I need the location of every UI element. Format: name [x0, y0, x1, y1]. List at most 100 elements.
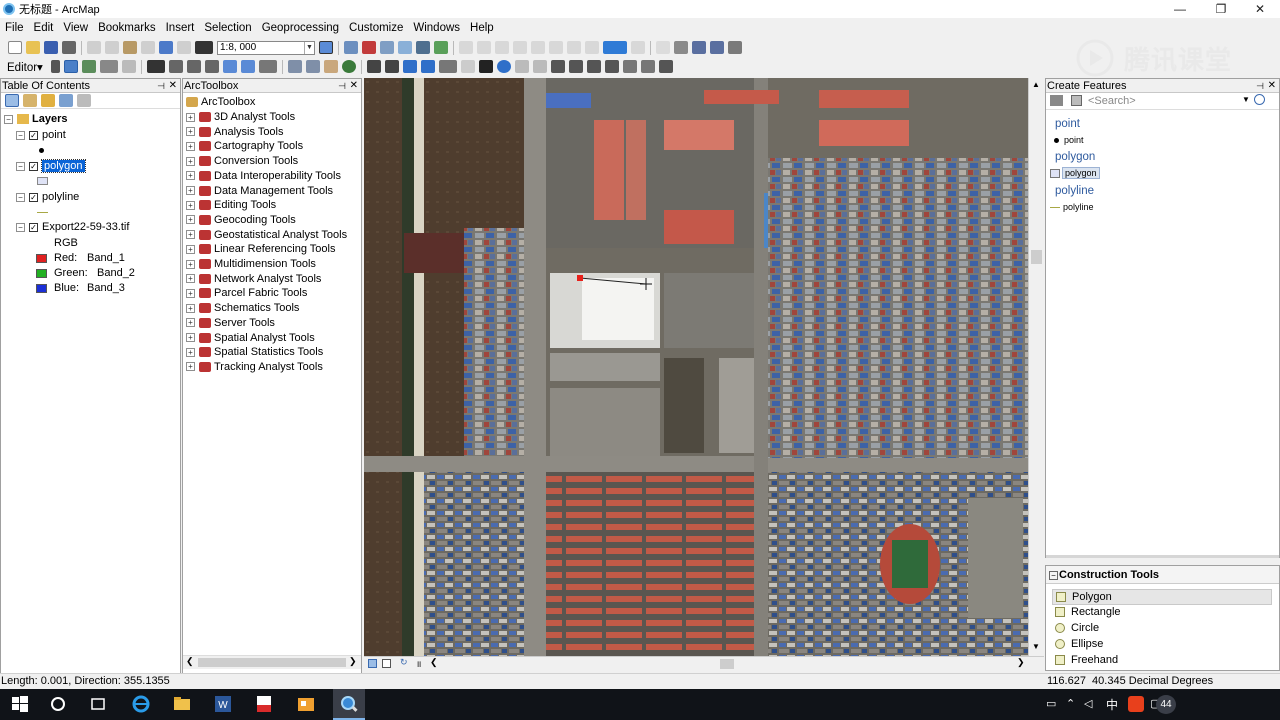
menu-view[interactable]: View: [58, 19, 93, 38]
measure-icon[interactable]: [550, 60, 565, 73]
identify-icon[interactable]: [496, 60, 511, 73]
expand-icon[interactable]: +: [186, 186, 195, 196]
close-icon[interactable]: ✕: [1268, 79, 1276, 93]
task-view-icon[interactable]: [88, 694, 108, 714]
hyperlink-icon[interactable]: [514, 60, 529, 73]
layout-view-icon[interactable]: [382, 659, 391, 668]
toolbox-item[interactable]: + Schematics Tools: [186, 301, 299, 315]
ime-indicator[interactable]: 中: [1106, 696, 1118, 713]
layout-tool-icon[interactable]: [728, 41, 742, 54]
menu-geoprocessing[interactable]: Geoprocessing: [257, 19, 344, 38]
save-icon[interactable]: [44, 41, 58, 54]
pin-icon[interactable]: ⊣: [1256, 79, 1264, 93]
expand-icon[interactable]: +: [186, 259, 195, 269]
open-folder-icon[interactable]: [26, 41, 40, 54]
expand-icon[interactable]: +: [186, 230, 195, 240]
toc-layer-polygon[interactable]: − ✓ polygon: [16, 159, 86, 173]
construction-tool-item[interactable]: Polygon: [1052, 589, 1272, 605]
modelbuilder-icon[interactable]: [434, 41, 448, 54]
go-forward-icon[interactable]: [420, 60, 435, 73]
viewer-window-icon[interactable]: [640, 60, 655, 73]
notification-badge[interactable]: 44: [1156, 695, 1176, 714]
editor-menu[interactable]: Editor▾: [7, 60, 43, 74]
search-icon[interactable]: [48, 694, 68, 714]
expand-icon[interactable]: +: [186, 156, 195, 166]
sketch-vertex[interactable]: [577, 275, 583, 281]
close-icon[interactable]: ✕: [350, 79, 358, 93]
delete-icon[interactable]: [141, 41, 155, 54]
html-popup-icon[interactable]: [532, 60, 547, 73]
map-scale-combo[interactable]: 1:8, 000 ▼: [217, 40, 315, 55]
straight-segment-icon[interactable]: [81, 60, 96, 73]
toolbox-item[interactable]: + Editing Tools: [186, 198, 276, 212]
expand-icon[interactable]: +: [186, 347, 195, 357]
expand-icon[interactable]: +: [186, 303, 195, 313]
chevron-left-icon[interactable]: ❮: [186, 656, 194, 667]
toolbox-item[interactable]: + Tracking Analyst Tools: [186, 360, 323, 374]
chevron-right-icon[interactable]: ❯: [349, 656, 357, 667]
cut-icon[interactable]: [87, 41, 101, 54]
python-icon[interactable]: [416, 41, 430, 54]
expand-icon[interactable]: +: [186, 200, 195, 210]
list-by-selection-icon[interactable]: [59, 94, 73, 107]
toolbox-item[interactable]: + Data Interoperability Tools: [186, 169, 341, 183]
layout-tool-icon[interactable]: [710, 41, 724, 54]
scroll-thumb[interactable]: [1031, 250, 1042, 264]
template-polyline[interactable]: polyline: [1050, 200, 1094, 214]
expand-icon[interactable]: +: [186, 141, 195, 151]
copy-icon[interactable]: [105, 41, 119, 54]
close-icon[interactable]: ✕: [169, 79, 177, 93]
toolbox-item[interactable]: + Data Management Tools: [186, 184, 333, 198]
minimize-button[interactable]: —: [1160, 0, 1200, 18]
toolbox-item[interactable]: + Geostatistical Analyst Tools: [186, 228, 347, 242]
list-by-visibility-icon[interactable]: [41, 94, 55, 107]
paste-icon[interactable]: [123, 41, 137, 54]
reshape-icon[interactable]: [204, 60, 219, 73]
menu-file[interactable]: File: [0, 19, 29, 38]
menu-bookmarks[interactable]: Bookmarks: [93, 19, 161, 38]
toolbox-item[interactable]: + Multidimension Tools: [186, 257, 316, 271]
file-explorer-icon[interactable]: [172, 694, 192, 714]
app-icon[interactable]: [296, 694, 316, 714]
map-view[interactable]: [364, 78, 1028, 656]
pin-icon[interactable]: ⊣: [157, 79, 165, 93]
georef-tool-icon[interactable]: [477, 41, 491, 54]
menu-windows[interactable]: Windows: [408, 19, 465, 38]
go-back-icon[interactable]: [402, 60, 417, 73]
toolbox-item[interactable]: + Server Tools: [186, 316, 275, 330]
layer-visibility-checkbox[interactable]: ✓: [29, 222, 38, 232]
georef-tool-icon[interactable]: [531, 41, 545, 54]
go-to-xy-icon[interactable]: [604, 60, 619, 73]
template-polygon[interactable]: polygon: [1050, 166, 1100, 180]
edit-tool-icon[interactable]: [50, 60, 60, 73]
select-elements-icon[interactable]: [478, 60, 493, 73]
select-features-icon[interactable]: [438, 60, 457, 73]
chevron-right-icon[interactable]: ❯: [1017, 657, 1025, 668]
georef-tool-icon[interactable]: [567, 41, 581, 54]
zoom-out-icon[interactable]: [305, 60, 320, 73]
menu-insert[interactable]: Insert: [161, 19, 200, 38]
toolbox-item[interactable]: + Network Analyst Tools: [186, 272, 321, 286]
fixed-zoom-in-icon[interactable]: [366, 60, 381, 73]
search-icon[interactable]: [1254, 94, 1265, 105]
expand-icon[interactable]: +: [186, 362, 195, 372]
expand-icon[interactable]: +: [186, 215, 195, 225]
tray-app-icon[interactable]: [1128, 696, 1144, 712]
expand-icon[interactable]: +: [186, 333, 195, 343]
georef-tool-icon[interactable]: [513, 41, 527, 54]
find-route-icon[interactable]: [586, 60, 601, 73]
internet-explorer-icon[interactable]: [131, 694, 151, 714]
expand-icon[interactable]: +: [186, 274, 195, 284]
toolbox-item[interactable]: + Linear Referencing Tools: [186, 242, 335, 256]
toolbox-item[interactable]: + Cartography Tools: [186, 139, 303, 153]
find-icon[interactable]: [568, 60, 583, 73]
layout-tool-icon[interactable]: [692, 41, 706, 54]
organize-templates-icon[interactable]: [1071, 95, 1082, 106]
print-icon[interactable]: [62, 41, 76, 54]
georef-tool-icon[interactable]: [585, 41, 599, 54]
menu-help[interactable]: Help: [465, 19, 499, 38]
attributes-icon[interactable]: [222, 60, 237, 73]
chevron-down-icon[interactable]: ▼: [304, 41, 314, 54]
pdf-reader-icon[interactable]: [254, 694, 274, 714]
layout-tool-icon[interactable]: [656, 41, 670, 54]
